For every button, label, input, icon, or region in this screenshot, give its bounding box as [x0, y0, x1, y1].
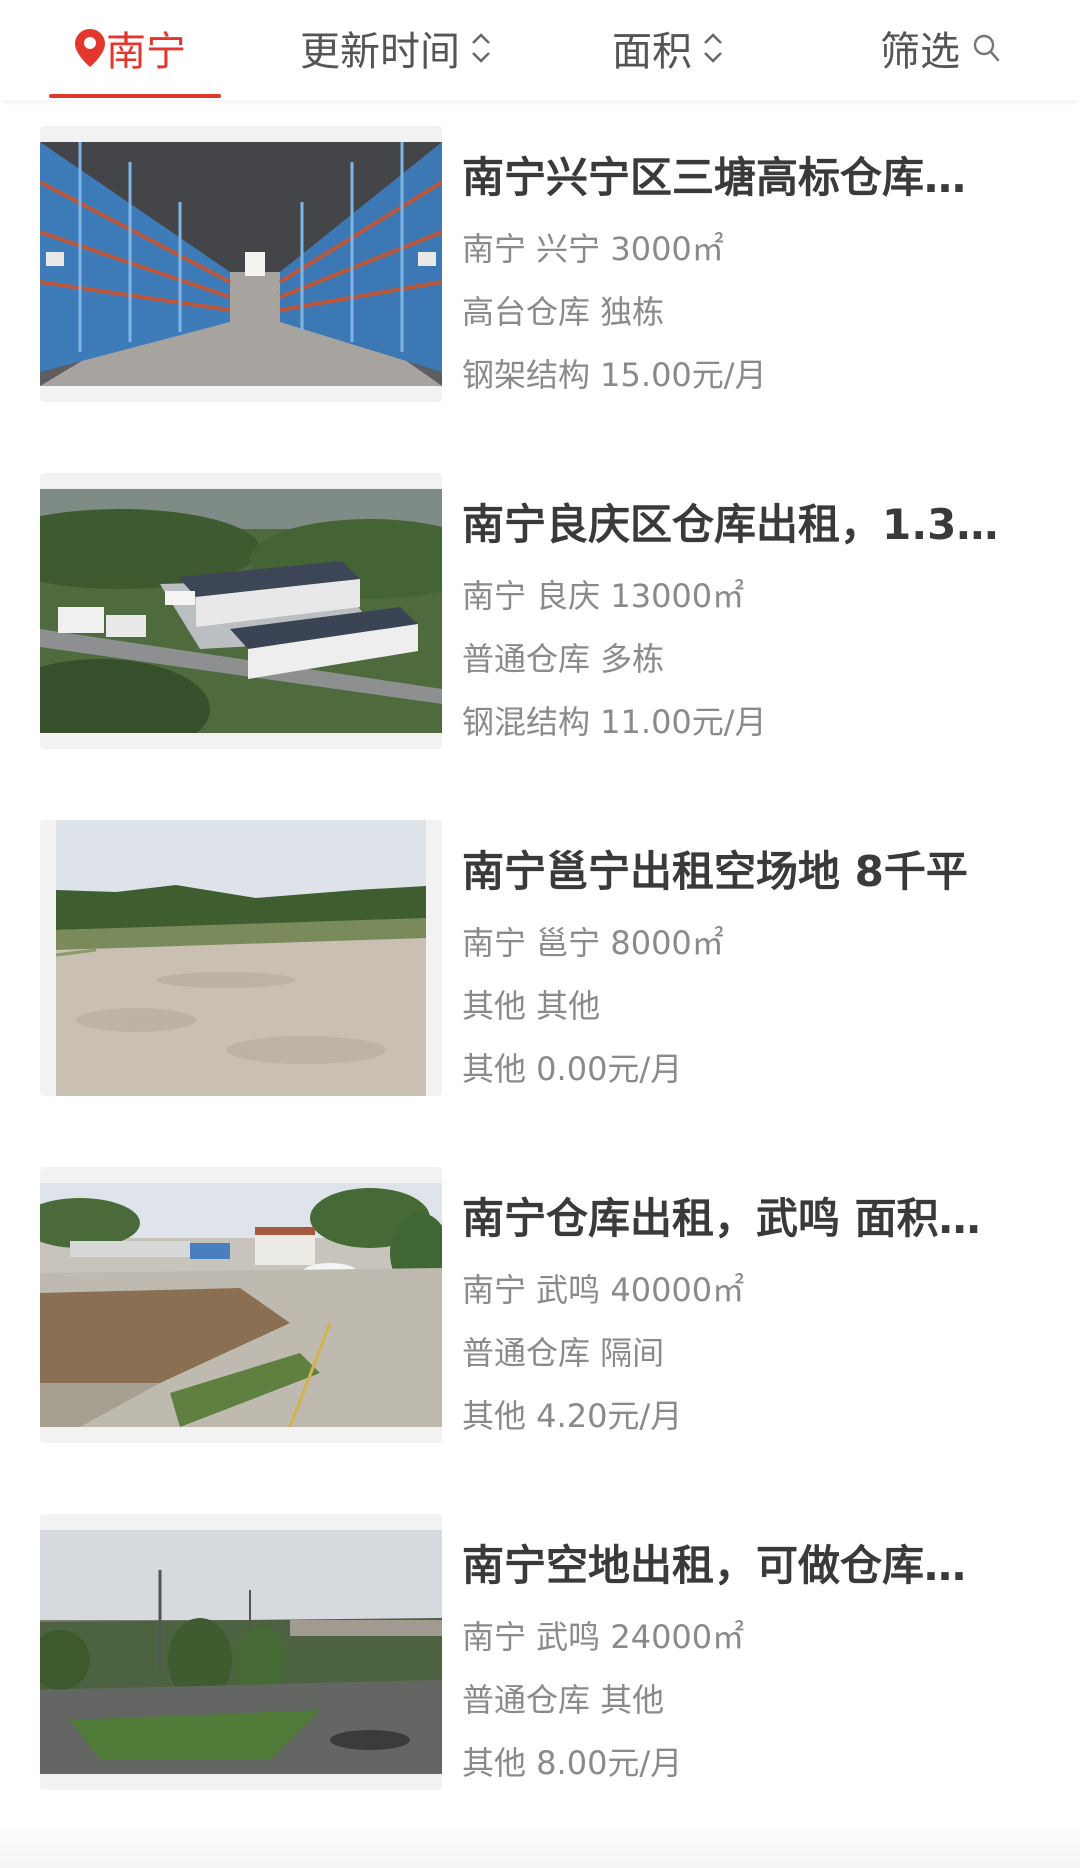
listing-location-area: 南宁 兴宁 3000㎡ [462, 230, 724, 268]
listing-structure-price: 其他 4.20元/月 [462, 1397, 683, 1435]
listing-location-area: 南宁 武鸣 40000㎡ [462, 1271, 745, 1309]
listing-title: 南宁空地出租，可做仓库… [462, 1541, 967, 1590]
sort-arrows-icon [702, 30, 724, 66]
city-selector[interactable]: 南宁 [74, 18, 186, 78]
listing-structure-price: 钢混结构 11.00元/月 [462, 703, 767, 741]
listing-type: 普通仓库 其他 [462, 1681, 665, 1719]
listing-structure-price: 其他 8.00元/月 [462, 1744, 683, 1782]
sort-area-label: 面积 [612, 29, 692, 75]
listing-location-area: 南宁 良庆 13000㎡ [462, 577, 745, 615]
listing-type: 其他 其他 [462, 987, 601, 1025]
search-icon [972, 33, 1000, 63]
listing-card[interactable]: 南宁空地出租，可做仓库… 南宁 武鸣 24000㎡ 普通仓库 其他 其他 8.0… [0, 1514, 1080, 1814]
sort-arrows-icon [470, 30, 492, 66]
listing-thumbnail-frame [40, 473, 442, 749]
listing-card[interactable]: 南宁良庆区仓库出租，1.3… 南宁 良庆 13000㎡ 普通仓库 多栋 钢混结构… [0, 473, 1080, 773]
listing-structure-price: 钢架结构 15.00元/月 [462, 356, 767, 394]
filter-bar: 南宁 更新时间 面积 筛选 [0, 0, 1080, 100]
warehouse-aerial-render [40, 489, 442, 733]
sort-area[interactable]: 面积 [612, 18, 724, 78]
listing-title: 南宁仓库出租，武鸣 面积… [462, 1194, 981, 1243]
listing-card[interactable]: 南宁仓库出租，武鸣 面积… 南宁 武鸣 40000㎡ 普通仓库 隔间 其他 4.… [0, 1167, 1080, 1467]
listing-type: 高台仓库 独栋 [462, 293, 665, 331]
listing-thumbnail-frame [40, 126, 442, 402]
filter-button[interactable]: 筛选 [880, 18, 1000, 78]
filter-label: 筛选 [880, 29, 960, 75]
city-label: 南宁 [106, 29, 186, 75]
yard-buildings-photo [40, 1183, 442, 1427]
listing-thumbnail-frame [40, 1514, 442, 1790]
active-tab-indicator [49, 94, 221, 98]
sort-update-label: 更新时间 [300, 29, 460, 75]
empty-lot-photo [56, 820, 426, 1096]
listing-title: 南宁兴宁区三塘高标仓库… [462, 153, 967, 202]
open-land-trees-photo [40, 1530, 442, 1774]
listing-card[interactable]: 南宁兴宁区三塘高标仓库… 南宁 兴宁 3000㎡ 高台仓库 独栋 钢架结构 15… [0, 126, 1080, 426]
listing-card[interactable]: 南宁邕宁出租空场地 8千平 南宁 邕宁 8000㎡ 其他 其他 其他 0.00元… [0, 820, 1080, 1120]
listing-thumbnail-frame [40, 820, 442, 1096]
listing-type: 普通仓库 多栋 [462, 640, 665, 678]
warehouse-racks-photo [40, 142, 442, 386]
listing-location-area: 南宁 邕宁 8000㎡ [462, 924, 724, 962]
listing-title: 南宁良庆区仓库出租，1.3… [462, 500, 999, 549]
listing-thumbnail-frame [40, 1167, 442, 1443]
listing-structure-price: 其他 0.00元/月 [462, 1050, 683, 1088]
bottom-divider [0, 1820, 1080, 1868]
listing-type: 普通仓库 隔间 [462, 1334, 665, 1372]
location-pin-icon [74, 28, 106, 68]
sort-update-time[interactable]: 更新时间 [300, 18, 492, 78]
listing-location-area: 南宁 武鸣 24000㎡ [462, 1618, 745, 1656]
listing-title: 南宁邕宁出租空场地 8千平 [462, 847, 968, 896]
